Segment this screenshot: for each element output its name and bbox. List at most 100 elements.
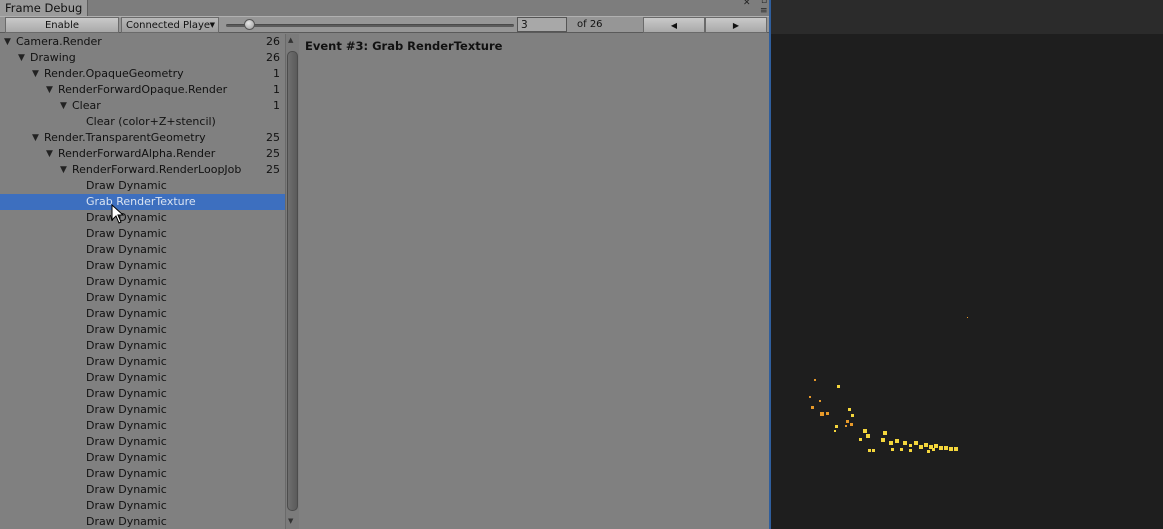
particle-speck: [809, 396, 811, 398]
tree-row[interactable]: ▼ RenderForwardAlpha.Render 25: [0, 146, 285, 162]
tree-row[interactable]: Draw Dynamic: [0, 338, 285, 354]
foldout-arrow-icon[interactable]: ▼: [60, 162, 67, 178]
event-title: Event #3: Grab RenderTexture: [305, 39, 503, 53]
window-tab-label: Frame Debug: [5, 1, 83, 15]
particle-speck: [881, 438, 885, 442]
particle-speck: [850, 423, 853, 426]
tree-row-label: Draw Dynamic: [86, 467, 167, 480]
tree-row[interactable]: Draw Dynamic: [0, 290, 285, 306]
tree-row-label: RenderForward.RenderLoopJob: [72, 163, 242, 176]
tree-row[interactable]: Draw Dynamic: [0, 498, 285, 514]
tree-row-label: Draw Dynamic: [86, 515, 167, 528]
particle-speck: [949, 447, 953, 451]
player-dropdown-label: Connected Playe: [126, 20, 211, 31]
tree-row[interactable]: ▼ Camera.Render 26: [0, 34, 285, 50]
tree-row[interactable]: Draw Dynamic: [0, 242, 285, 258]
tree-row-label: Draw Dynamic: [86, 387, 167, 400]
scroll-down-icon[interactable]: ▼: [288, 517, 293, 525]
tree-row[interactable]: Draw Dynamic: [0, 482, 285, 498]
tree-row-label: Draw Dynamic: [86, 291, 167, 304]
tree-row-label: Draw Dynamic: [86, 419, 167, 432]
event-tree: ▼ Camera.Render 26 ▼ Drawing 26 ▼ Render.Opaque…: [0, 34, 285, 529]
tree-row[interactable]: ▼ RenderForward.RenderLoopJob 25: [0, 162, 285, 178]
tree-row[interactable]: Draw Dynamic: [0, 434, 285, 450]
tree-row[interactable]: Draw Dynamic: [0, 274, 285, 290]
tree-row[interactable]: Draw Dynamic: [0, 514, 285, 529]
previous-event-button[interactable]: ◀: [643, 17, 705, 33]
particle-speck: [954, 447, 958, 451]
tree-scrollbar[interactable]: ▲ ▼: [285, 34, 299, 529]
enable-button[interactable]: Enable: [5, 17, 119, 33]
tree-row[interactable]: Draw Dynamic: [0, 306, 285, 322]
tree-row[interactable]: Draw Dynamic: [0, 466, 285, 482]
foldout-arrow-icon[interactable]: ▼: [46, 82, 53, 98]
tree-row[interactable]: Draw Dynamic: [0, 370, 285, 386]
foldout-arrow-icon[interactable]: ▼: [32, 130, 39, 146]
event-slider-thumb[interactable]: [244, 19, 255, 30]
tree-row-label: RenderForwardAlpha.Render: [58, 147, 216, 160]
scroll-up-icon[interactable]: ▲: [288, 36, 293, 44]
tree-row[interactable]: Draw Dynamic: [0, 178, 285, 194]
tree-row-label: Draw Dynamic: [86, 339, 167, 352]
tree-row[interactable]: Draw Dynamic: [0, 418, 285, 434]
tree-row[interactable]: ▼ Drawing 26: [0, 50, 285, 66]
particle-speck: [900, 448, 903, 451]
particle-speck: [967, 317, 968, 318]
game-view-header: [771, 0, 1163, 34]
particle-speck: [891, 448, 894, 451]
scrollbar-thumb[interactable]: [287, 51, 298, 511]
tree-row-count: 1: [273, 67, 280, 80]
next-event-button[interactable]: ▶: [705, 17, 767, 33]
tree-row[interactable]: ▼ Clear 1: [0, 98, 285, 114]
tree-row[interactable]: Clear (color+Z+stencil): [0, 114, 285, 130]
player-dropdown[interactable]: Connected Playe ▼: [121, 17, 219, 33]
window-tab[interactable]: Frame Debug: [0, 0, 88, 16]
particle-speck: [811, 406, 814, 409]
particle-speck: [851, 414, 854, 417]
foldout-arrow-icon[interactable]: ▼: [60, 98, 67, 114]
event-slider-track[interactable]: [226, 24, 514, 27]
tree-row[interactable]: Draw Dynamic: [0, 322, 285, 338]
tree-row[interactable]: Draw Dynamic: [0, 450, 285, 466]
event-total-label: of 26: [577, 19, 603, 30]
tree-row-label: RenderForwardOpaque.Render: [58, 83, 228, 96]
menu-icon[interactable]: ≡: [760, 7, 768, 16]
tree-row[interactable]: Draw Dynamic: [0, 402, 285, 418]
foldout-arrow-icon[interactable]: ▼: [18, 50, 25, 66]
event-index-field[interactable]: [517, 17, 567, 32]
tree-row[interactable]: ▼ Render.OpaqueGeometry 1: [0, 66, 285, 82]
foldout-arrow-icon[interactable]: ▼: [32, 66, 39, 82]
tree-row-label: Camera.Render: [16, 35, 102, 48]
close-icon[interactable]: ✕: [743, 0, 751, 8]
game-view[interactable]: [771, 0, 1163, 529]
tree-row[interactable]: Draw Dynamic: [0, 210, 285, 226]
tree-row[interactable]: Draw Dynamic: [0, 386, 285, 402]
particle-speck: [868, 449, 871, 452]
enable-button-label: Enable: [44, 20, 80, 31]
tree-row[interactable]: ▼ Render.TransparentGeometry 25: [0, 130, 285, 146]
toolbar: Enable Connected Playe ▼ of 26 ◀ ▶: [0, 16, 771, 33]
particle-speck: [914, 441, 918, 445]
tree-row-label: Clear: [72, 99, 101, 112]
particle-speck: [919, 445, 923, 449]
tree-row[interactable]: Draw Dynamic: [0, 354, 285, 370]
tree-row-label: Render.OpaqueGeometry: [44, 67, 184, 80]
particle-speck: [820, 412, 824, 416]
particle-speck: [924, 443, 928, 447]
particle-speck: [826, 412, 829, 415]
particle-speck: [814, 379, 816, 381]
tree-row-label: Draw Dynamic: [86, 243, 167, 256]
particle-speck: [909, 449, 912, 452]
tree-row[interactable]: Draw Dynamic: [0, 226, 285, 242]
particle-speck: [846, 420, 849, 423]
tree-row[interactable]: Grab RenderTexture: [0, 194, 285, 210]
tree-row[interactable]: Draw Dynamic: [0, 258, 285, 274]
tree-row-count: 25: [266, 131, 280, 144]
tree-row-label: Draw Dynamic: [86, 435, 167, 448]
particle-speck: [859, 438, 862, 441]
tree-row-label: Draw Dynamic: [86, 499, 167, 512]
triangle-left-icon: ◀: [670, 21, 678, 30]
foldout-arrow-icon[interactable]: ▼: [46, 146, 53, 162]
foldout-arrow-icon[interactable]: ▼: [4, 34, 11, 50]
tree-row[interactable]: ▼ RenderForwardOpaque.Render 1: [0, 82, 285, 98]
